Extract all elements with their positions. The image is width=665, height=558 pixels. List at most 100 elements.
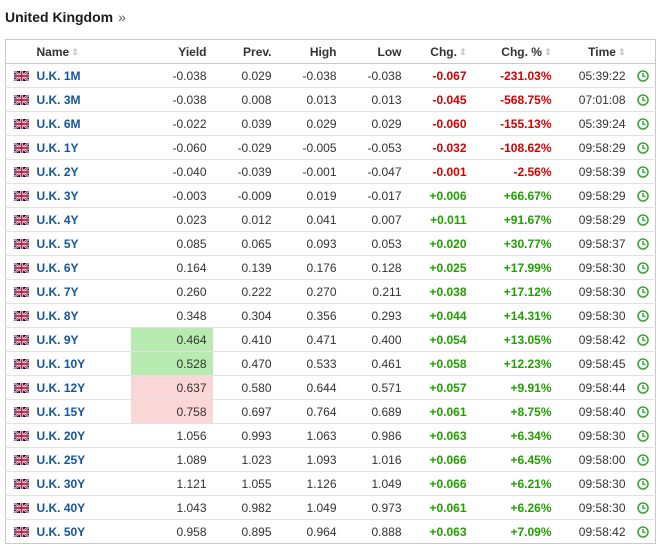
name-cell[interactable]: U.K. 40Y	[36, 495, 131, 520]
name-cell[interactable]: U.K. 3M	[36, 87, 131, 112]
bond-name-link[interactable]: U.K. 3Y	[37, 189, 79, 203]
name-cell[interactable]: U.K. 7Y	[36, 279, 131, 304]
clock-cell[interactable]	[631, 183, 656, 208]
clock-icon[interactable]	[637, 309, 650, 322]
prev-cell: 0.993	[212, 423, 278, 448]
name-cell[interactable]: U.K. 25Y	[36, 447, 131, 472]
clock-icon[interactable]	[637, 453, 650, 466]
name-cell[interactable]: U.K. 4Y	[36, 207, 131, 232]
bond-name-link[interactable]: U.K. 8Y	[37, 309, 79, 323]
header-chg-pct[interactable]: Chg. % ⇕	[472, 39, 558, 64]
clock-icon[interactable]	[637, 501, 650, 514]
flag-cell	[5, 519, 37, 544]
header-chg[interactable]: Chg. ⇕	[407, 39, 473, 64]
clock-cell[interactable]	[631, 351, 656, 376]
name-cell[interactable]: U.K. 15Y	[36, 399, 131, 424]
clock-cell[interactable]	[631, 375, 656, 400]
name-cell[interactable]: U.K. 9Y	[36, 327, 131, 352]
bond-name-link[interactable]: U.K. 25Y	[37, 453, 86, 467]
clock-icon[interactable]	[637, 237, 650, 250]
clock-cell[interactable]	[631, 255, 656, 280]
bond-name-link[interactable]: U.K. 9Y	[37, 333, 79, 347]
chg-pct-cell: +8.75%	[472, 399, 558, 424]
name-cell[interactable]: U.K. 12Y	[36, 375, 131, 400]
bond-name-link[interactable]: U.K. 6M	[37, 117, 81, 131]
low-cell: 0.128	[342, 255, 408, 280]
clock-icon[interactable]	[637, 69, 650, 82]
sort-arrows-icon[interactable]: ⇕	[459, 47, 467, 57]
prev-cell: 0.982	[212, 495, 278, 520]
name-cell[interactable]: U.K. 30Y	[36, 471, 131, 496]
bond-name-link[interactable]: U.K. 1Y	[37, 141, 79, 155]
name-cell[interactable]: U.K. 6M	[36, 111, 131, 136]
clock-icon[interactable]	[637, 213, 650, 226]
clock-cell[interactable]	[631, 303, 656, 328]
sort-arrows-icon[interactable]: ⇕	[71, 47, 79, 57]
bond-name-link[interactable]: U.K. 20Y	[37, 429, 86, 443]
clock-icon[interactable]	[637, 261, 650, 274]
clock-cell[interactable]	[631, 519, 656, 544]
clock-icon[interactable]	[637, 141, 650, 154]
clock-cell[interactable]	[631, 447, 656, 472]
bond-name-link[interactable]: U.K. 15Y	[37, 405, 86, 419]
clock-cell[interactable]	[631, 63, 656, 88]
clock-icon[interactable]	[637, 285, 650, 298]
high-cell: 0.356	[277, 303, 343, 328]
clock-icon[interactable]	[637, 381, 650, 394]
name-cell[interactable]: U.K. 3Y	[36, 183, 131, 208]
clock-icon[interactable]	[637, 477, 650, 490]
header-name[interactable]: Name ⇕	[36, 39, 131, 64]
clock-icon[interactable]	[637, 357, 650, 370]
bond-name-link[interactable]: U.K. 5Y	[37, 237, 79, 251]
time-cell: 09:58:29	[557, 135, 632, 160]
page-title-text[interactable]: United Kingdom	[5, 9, 113, 25]
table-row: U.K. 25Y 1.089 1.023 1.093 1.016 +0.066 +6.45%…	[5, 447, 656, 472]
clock-cell[interactable]	[631, 279, 656, 304]
clock-icon[interactable]	[637, 117, 650, 130]
name-cell[interactable]: U.K. 50Y	[36, 519, 131, 544]
clock-cell[interactable]	[631, 399, 656, 424]
clock-cell[interactable]	[631, 495, 656, 520]
clock-icon[interactable]	[637, 189, 650, 202]
clock-icon[interactable]	[637, 93, 650, 106]
clock-cell[interactable]	[631, 231, 656, 256]
name-cell[interactable]: U.K. 1M	[36, 63, 131, 88]
bond-name-link[interactable]: U.K. 6Y	[37, 261, 79, 275]
name-cell[interactable]: U.K. 5Y	[36, 231, 131, 256]
name-cell[interactable]: U.K. 20Y	[36, 423, 131, 448]
clock-cell[interactable]	[631, 423, 656, 448]
bond-name-link[interactable]: U.K. 12Y	[37, 381, 86, 395]
clock-icon[interactable]	[637, 165, 650, 178]
clock-cell[interactable]	[631, 207, 656, 232]
clock-cell[interactable]	[631, 327, 656, 352]
bond-name-link[interactable]: U.K. 30Y	[37, 477, 86, 491]
clock-cell[interactable]	[631, 111, 656, 136]
bond-name-link[interactable]: U.K. 50Y	[37, 525, 86, 539]
clock-icon[interactable]	[637, 525, 650, 538]
name-cell[interactable]: U.K. 6Y	[36, 255, 131, 280]
clock-icon[interactable]	[637, 405, 650, 418]
bond-name-link[interactable]: U.K. 2Y	[37, 165, 79, 179]
yield-cell: 1.089	[130, 447, 213, 472]
clock-icon[interactable]	[637, 333, 650, 346]
name-cell[interactable]: U.K. 10Y	[36, 351, 131, 376]
bond-name-link[interactable]: U.K. 1M	[37, 69, 81, 83]
page-title[interactable]: United Kingdom »	[5, 9, 126, 25]
sort-arrows-icon[interactable]: ⇕	[618, 47, 626, 57]
clock-cell[interactable]	[631, 87, 656, 112]
bond-name-link[interactable]: U.K. 4Y	[37, 213, 79, 227]
bond-name-link[interactable]: U.K. 10Y	[37, 357, 86, 371]
bond-name-link[interactable]: U.K. 7Y	[37, 285, 79, 299]
clock-cell[interactable]	[631, 159, 656, 184]
name-cell[interactable]: U.K. 2Y	[36, 159, 131, 184]
name-cell[interactable]: U.K. 1Y	[36, 135, 131, 160]
time-cell: 05:39:22	[557, 63, 632, 88]
bond-name-link[interactable]: U.K. 40Y	[37, 501, 86, 515]
clock-icon[interactable]	[637, 429, 650, 442]
sort-arrows-icon[interactable]: ⇕	[544, 47, 552, 57]
header-time[interactable]: Time ⇕	[557, 39, 632, 64]
bond-name-link[interactable]: U.K. 3M	[37, 93, 81, 107]
clock-cell[interactable]	[631, 471, 656, 496]
clock-cell[interactable]	[631, 135, 656, 160]
name-cell[interactable]: U.K. 8Y	[36, 303, 131, 328]
